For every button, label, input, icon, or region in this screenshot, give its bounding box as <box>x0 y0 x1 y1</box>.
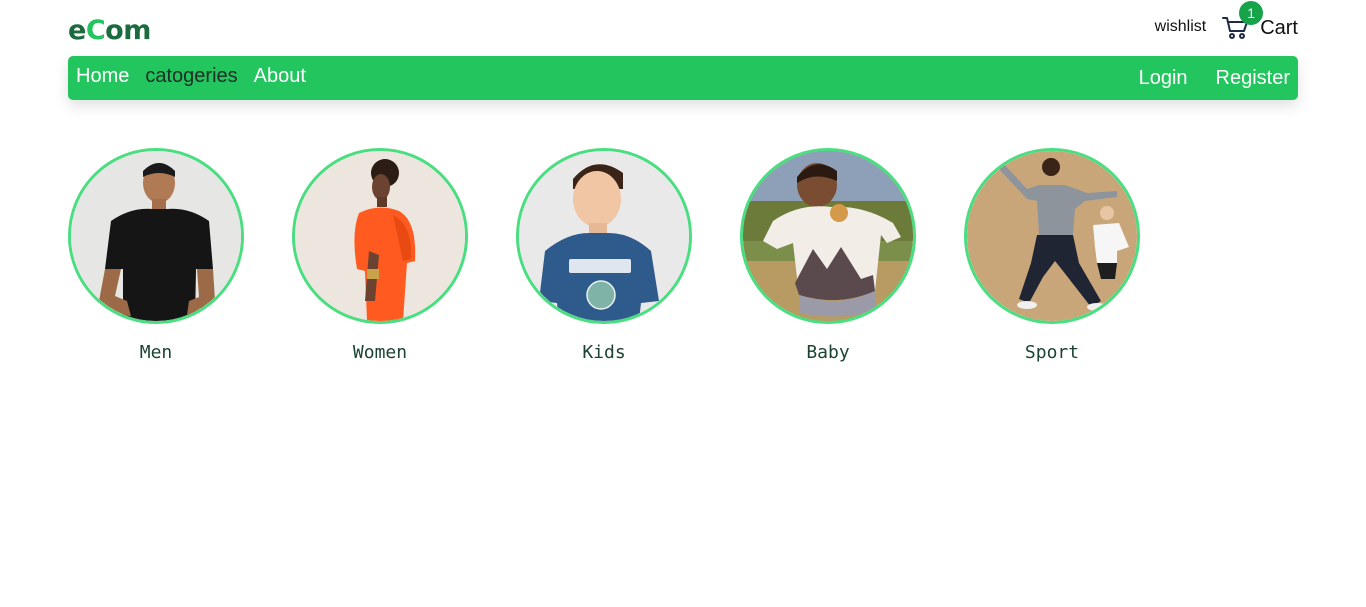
category-kids[interactable]: Kids <box>516 148 692 363</box>
category-image-baby <box>740 148 916 324</box>
category-image-women <box>292 148 468 324</box>
site-logo[interactable]: eCom <box>68 15 151 47</box>
category-label: Women <box>352 342 408 363</box>
category-label: Kids <box>582 342 626 363</box>
category-image-kids <box>516 148 692 324</box>
header-actions: wishlist 1 Cart <box>1155 0 1298 56</box>
category-women[interactable]: Women <box>292 148 468 363</box>
page: eCom wishlist 1 Cart Home catogeries Abo… <box>0 0 1366 607</box>
category-label: Sport <box>1024 342 1080 363</box>
nav-right-links: Login Register <box>1111 56 1290 100</box>
category-list: Men Women Kids Baby Sport <box>68 148 1188 363</box>
cart-button[interactable]: 1 Cart <box>1222 1 1298 41</box>
category-baby[interactable]: Baby <box>740 148 916 363</box>
nav-about[interactable]: About <box>254 65 306 88</box>
nav-register[interactable]: Register <box>1216 67 1290 90</box>
wishlist-link[interactable]: wishlist <box>1155 18 1207 36</box>
logo-accent: C <box>85 15 106 46</box>
category-men[interactable]: Men <box>68 148 244 363</box>
nav-login[interactable]: Login <box>1139 67 1188 90</box>
cart-label: Cart <box>1260 16 1298 39</box>
cart-icon: 1 <box>1222 1 1264 41</box>
nav-home[interactable]: Home <box>76 65 129 88</box>
nav-categories[interactable]: catogeries <box>145 65 237 88</box>
category-label: Men <box>139 342 173 363</box>
nav-left-links: Home catogeries About <box>76 56 322 100</box>
top-header: eCom wishlist 1 Cart <box>68 0 1298 56</box>
logo-suffix: om <box>105 15 151 46</box>
logo-prefix: e <box>68 15 86 46</box>
main-navbar: Home catogeries About Login Register <box>68 56 1298 100</box>
category-label: Baby <box>806 342 850 363</box>
category-image-sport <box>964 148 1140 324</box>
category-sport[interactable]: Sport <box>964 148 1140 363</box>
category-image-men <box>68 148 244 324</box>
